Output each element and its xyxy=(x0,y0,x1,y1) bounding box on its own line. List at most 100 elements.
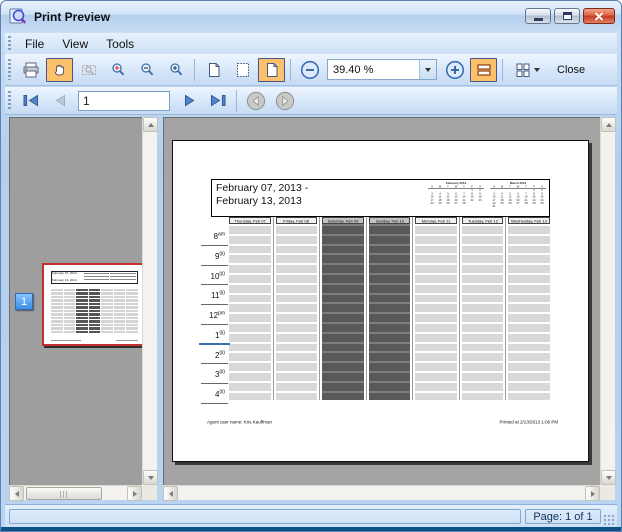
arrow-left-icon xyxy=(15,491,19,497)
pan-hand-icon xyxy=(52,62,68,78)
title-bar[interactable]: Print Preview xyxy=(1,1,621,33)
thumbnail-row xyxy=(89,324,101,326)
zoom-out-button[interactable] xyxy=(296,58,323,82)
slot-row xyxy=(415,334,457,342)
slot-row xyxy=(229,334,271,342)
menu-item-tools[interactable]: Tools xyxy=(97,35,143,53)
day-column: Tuesday, Feb 12 xyxy=(462,217,504,400)
slot-row xyxy=(415,246,457,254)
toolbar-grip[interactable] xyxy=(8,36,11,51)
slot-row xyxy=(369,353,411,361)
thumbnail-row xyxy=(76,289,88,291)
last-page-button[interactable] xyxy=(204,89,231,113)
slot-row xyxy=(276,344,318,352)
scroll-right-button[interactable] xyxy=(127,486,142,501)
back-button[interactable] xyxy=(242,89,269,113)
slot-row xyxy=(462,236,504,244)
print-preview-icon xyxy=(9,7,29,27)
page-number-input[interactable] xyxy=(78,91,170,111)
slot-row xyxy=(508,265,550,273)
scroll-right-button[interactable] xyxy=(585,486,600,501)
thumbnail-row xyxy=(89,313,101,315)
slot-row xyxy=(508,236,550,244)
thumbnail-horizontal-scrollbar[interactable] xyxy=(9,485,142,500)
thumbnail-row xyxy=(101,292,113,294)
page-width-button[interactable] xyxy=(258,58,285,82)
slot-row xyxy=(322,246,364,254)
scroll-up-button[interactable] xyxy=(601,117,616,132)
first-page-button[interactable] xyxy=(17,89,44,113)
thumbnail-view: 1 February 07, 2013 - February 13, 2013 xyxy=(9,117,142,485)
thumbnail-row xyxy=(126,306,138,308)
day-header: Thursday, Feb 07 xyxy=(229,217,271,224)
scroll-down-button[interactable] xyxy=(601,470,616,485)
zoom-out-tool-button[interactable] xyxy=(133,58,160,82)
multi-page-view-button[interactable] xyxy=(508,58,546,82)
slot-row xyxy=(462,285,504,293)
maximize-button[interactable] xyxy=(554,8,580,24)
pan-button[interactable] xyxy=(46,58,73,82)
menu-items: FileViewTools xyxy=(16,35,143,53)
whole-page-button[interactable] xyxy=(200,58,227,82)
thumbnail-row xyxy=(114,331,126,333)
menu-bar: FileViewTools xyxy=(5,33,617,54)
close-preview-button[interactable]: Close xyxy=(549,60,593,80)
scroll-up-button[interactable] xyxy=(143,117,158,132)
thumbnail-vertical-scrollbar[interactable] xyxy=(142,117,157,485)
hour-label: 1000 xyxy=(201,266,228,286)
page-thumbnail[interactable]: February 07, 2013 - February 13, 2013 xyxy=(42,263,147,346)
thumbnail-row xyxy=(76,296,88,298)
scroll-left-button[interactable] xyxy=(163,486,178,501)
zoom-level-combobox[interactable]: 39.40 % xyxy=(327,59,437,80)
hour-label: 1100 xyxy=(201,285,228,305)
slot-row xyxy=(229,265,271,273)
close-window-button[interactable] xyxy=(583,8,615,24)
thumbnail-row xyxy=(64,331,76,333)
scrollbar-thumb[interactable] xyxy=(26,487,102,500)
zoom-in-tool-button[interactable] xyxy=(162,58,189,82)
day-header: Wednesday, Feb 13 xyxy=(508,217,550,224)
marquee-zoom-button[interactable] xyxy=(75,58,102,82)
resize-grip[interactable] xyxy=(603,514,615,526)
continuous-view-button[interactable] xyxy=(470,58,497,82)
slot-row xyxy=(229,324,271,332)
thumbnail-header: February 07, 2013 - February 13, 2013 xyxy=(51,271,138,284)
minimize-button[interactable] xyxy=(525,8,551,24)
thumbnail-row xyxy=(101,324,113,326)
thumbnail-row xyxy=(126,292,138,294)
previous-page-button[interactable] xyxy=(46,89,73,113)
thumbnail-row xyxy=(101,306,113,308)
window-controls xyxy=(525,8,615,24)
slot-row xyxy=(462,226,504,234)
slot-row xyxy=(508,246,550,254)
next-page-button[interactable] xyxy=(175,89,202,113)
status-bar: Page: 1 of 1 xyxy=(5,504,617,529)
thumbnail-row xyxy=(51,320,63,322)
forward-button[interactable] xyxy=(271,89,298,113)
slot-row xyxy=(508,285,550,293)
slot-row xyxy=(508,334,550,342)
toolbar-grip[interactable] xyxy=(8,59,11,81)
print-button[interactable] xyxy=(17,58,44,82)
preview-horizontal-scrollbar[interactable] xyxy=(163,485,600,500)
close-icon xyxy=(594,12,604,21)
thumbnail-row xyxy=(101,320,113,322)
scroll-left-button[interactable] xyxy=(9,486,24,501)
thumbnail-row xyxy=(101,331,113,333)
toolbar-grip[interactable] xyxy=(8,91,11,110)
dynamic-zoom-button[interactable] xyxy=(104,58,131,82)
slot-row xyxy=(508,314,550,322)
thumbnail-row xyxy=(126,324,138,326)
mini-calendar-cell xyxy=(476,202,484,205)
preview-vertical-scrollbar[interactable] xyxy=(600,117,615,485)
slot-row xyxy=(229,353,271,361)
slot-row xyxy=(462,324,504,332)
menu-item-file[interactable]: File xyxy=(16,35,53,53)
zoom-in-button[interactable] xyxy=(441,58,468,82)
thumbnail-row xyxy=(126,296,138,298)
scroll-down-button[interactable] xyxy=(143,470,158,485)
menu-item-view[interactable]: View xyxy=(53,35,97,53)
margin-view-button[interactable] xyxy=(229,58,256,82)
zoom-dropdown-button[interactable] xyxy=(419,60,436,79)
arrow-right-icon xyxy=(591,491,595,497)
